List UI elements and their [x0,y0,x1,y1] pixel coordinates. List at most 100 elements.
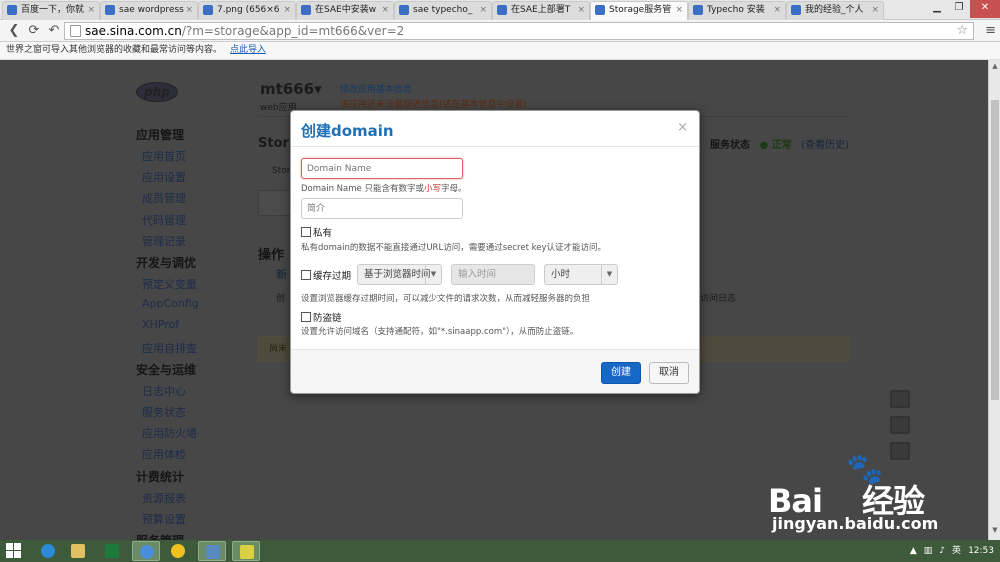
tab-favicon-icon [203,5,213,15]
tab-favicon-icon [7,5,17,15]
windows-start-icon[interactable] [6,543,22,559]
tab-close-icon[interactable]: × [87,2,95,19]
sidebar-item[interactable]: 应用自排查 [142,340,197,356]
undo-icon[interactable]: ↶ [46,23,62,39]
sidebar-item[interactable]: 应用设置 [142,169,186,185]
star-icon[interactable]: ☆ [956,23,968,39]
network-icon[interactable]: ▥ [924,540,933,562]
tab-label: Typecho 安装 [707,5,765,15]
browser-tab[interactable]: Storage服务管 × [590,1,688,20]
import-link[interactable]: 点此导入 [230,45,266,55]
menu-icon[interactable]: ≡ [985,23,996,38]
taskbar: ▲ ▥ ♪ 英 12:53 [0,540,1000,562]
copy-icon[interactable] [890,416,910,434]
cache-base-value: 基于浏览器时间 [364,269,431,280]
history-link[interactable]: (查看历史) [801,140,849,151]
browser-tab[interactable]: Typecho 安装 × [688,1,786,20]
browser-tab[interactable]: 百度一下，你就 × [2,1,100,20]
page-title: Stor [258,136,289,151]
tab-favicon-icon [497,5,507,15]
tab-close-icon[interactable]: × [773,2,781,19]
tray-arrow-icon[interactable]: ▲ [910,540,917,562]
tab-close-icon[interactable]: × [871,2,879,19]
cache-unit-select[interactable]: 小时 ▼ [544,264,618,285]
url-path: /?m=storage&app_id=mt666&ver=2 [181,24,405,38]
address-bar[interactable]: sae.sina.com.cn/?m=storage&app_id=mt666&… [64,22,974,40]
sidebar-item[interactable]: 日志中心 [142,383,186,399]
private-help: 私有domain的数据不能直接通过URL访问，需要通过secret key认证才… [301,243,606,253]
clock[interactable]: 12:53 [968,540,994,562]
sidebar-item[interactable]: 预算设置 [142,511,186,527]
browser-tab[interactable]: sae wordpress × [100,1,198,20]
sidebar-item[interactable]: 管理记录 [142,233,186,249]
paint-icon[interactable] [232,541,260,561]
sidebar-item[interactable]: 资源报表 [142,490,186,506]
tab-close-icon[interactable]: × [381,2,389,19]
status-ok: ● 正常 [759,140,792,151]
cache-time-input[interactable]: 输入时间 [451,264,535,285]
tab-favicon-icon [399,5,409,15]
forward-icon[interactable]: ⟳ [26,23,42,39]
storage-tab[interactable]: Stor [272,166,290,176]
browser-tab[interactable]: 7.png (656×6 × [198,1,296,20]
description-input[interactable] [301,198,463,219]
sidebar-item[interactable]: AppConfig [142,297,199,310]
restore-icon[interactable]: ❐ [948,0,970,18]
tab-close-icon[interactable]: × [479,2,487,19]
window-controls: ▁ ❐ ✕ [926,0,1000,18]
ime-indicator[interactable]: 英 [952,540,961,562]
sidebar-heading: 服务管理 [136,532,184,540]
ie-icon[interactable] [34,541,62,561]
back-icon[interactable]: ❮ [6,23,22,39]
browser-icon[interactable] [132,541,160,561]
scrollbar[interactable]: ▲ ▼ [988,60,1000,540]
sidebar-item[interactable]: 预定义变量 [142,276,197,292]
sidebar-item[interactable]: XHProf [142,318,179,331]
sidebar-item[interactable]: 成员管理 [142,190,186,206]
browser-tab[interactable]: 在SAE上部署T × [492,1,590,20]
cache-time-placeholder: 输入时间 [458,269,497,280]
sidebar-item[interactable]: 代码管理 [142,212,186,228]
browser-tab[interactable]: sae typecho_ × [394,1,492,20]
tab-close-icon[interactable]: × [185,2,193,19]
cache-base-select[interactable]: 基于浏览器时间 ▼ [357,264,442,285]
tab-close-icon[interactable]: × [283,2,291,19]
qq-icon[interactable] [164,541,192,561]
create-button[interactable]: 创建 [601,362,641,384]
app-name[interactable]: mt666▾ [260,80,322,98]
ops-description: 创 [276,294,286,304]
tab-favicon-icon [595,5,605,15]
close-icon[interactable]: × [677,120,688,135]
service-status: 服务状态 ● 正常 (查看历史) [710,136,849,151]
dialog-footer: 创建 取消 [291,349,699,393]
tab-close-icon[interactable]: × [577,2,585,19]
browser-tab[interactable]: 我的经验_个人 × [786,1,884,20]
browser-tab[interactable]: 在SAE中安装w × [296,1,394,20]
tab-close-icon[interactable]: × [675,2,683,19]
cache-checkbox[interactable] [301,270,311,280]
status-value: 正常 [771,140,792,151]
tab-label: 7.png (656×6 [217,5,280,15]
sidebar-item[interactable]: 服务状态 [142,404,186,420]
private-checkbox[interactable] [301,227,311,237]
scrollbar-thumb[interactable] [991,100,999,400]
domain-name-input[interactable] [301,158,463,179]
new-link[interactable]: 新 [276,266,287,282]
sidebar-heading: 安全与运维 [136,362,197,377]
minimize-icon[interactable]: ▁ [926,0,948,18]
home-icon[interactable] [890,390,910,408]
hotlink-checkbox[interactable] [301,312,311,322]
sidebar-item[interactable]: 应用首页 [142,148,186,164]
hotlink-label: 防盗链 [313,313,342,324]
sidebar-item[interactable]: 应用防火墙 [142,425,197,441]
scroll-up-icon[interactable]: ▲ [989,62,1000,74]
scroll-down-icon[interactable]: ▼ [989,526,1000,538]
sidebar-item[interactable]: 应用体检 [142,446,186,462]
edit-info-link[interactable]: 修改应用基本信息 [340,82,412,95]
explorer-icon[interactable] [64,541,92,561]
close-window-icon[interactable]: ✕ [970,0,1000,18]
excel-icon[interactable] [98,541,126,561]
volume-icon[interactable]: ♪ [939,540,945,562]
cancel-button[interactable]: 取消 [649,362,689,384]
network-app-icon[interactable] [198,541,226,561]
